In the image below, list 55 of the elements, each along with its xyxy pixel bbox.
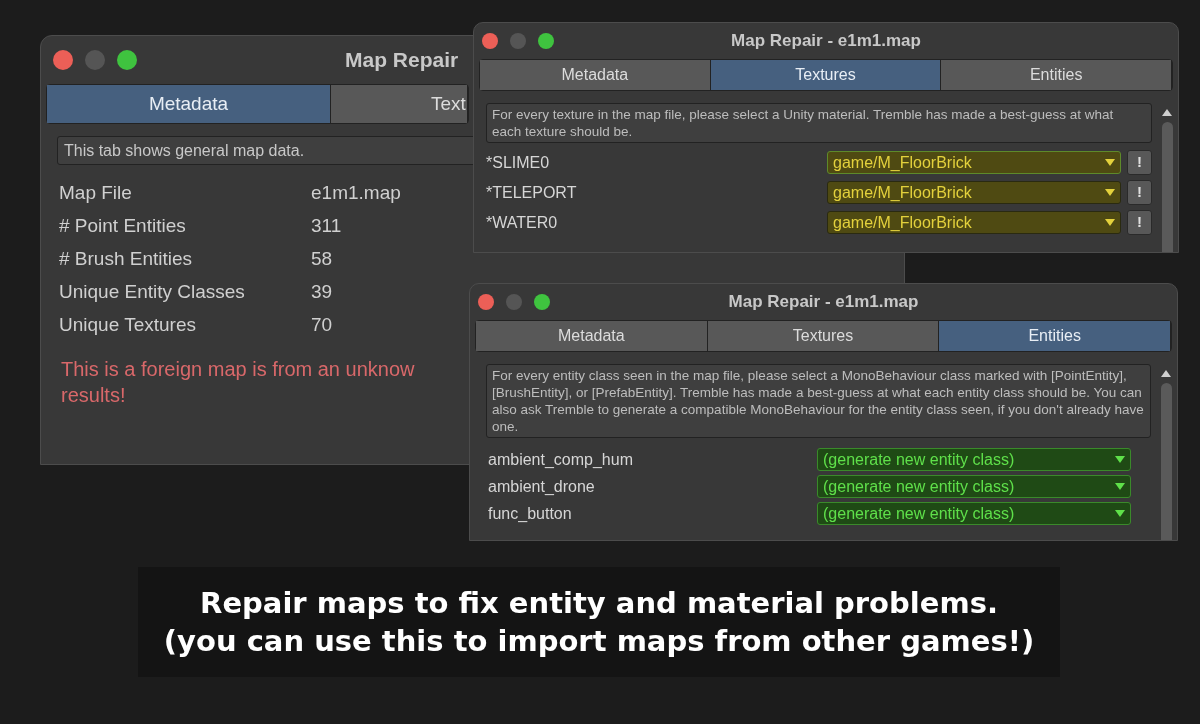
warning-button[interactable]: !: [1127, 180, 1152, 205]
caret-icon: [1105, 219, 1115, 226]
row-label: ambient_drone: [488, 476, 595, 497]
row-label: *TELEPORT: [486, 182, 577, 203]
caption-text: (you can use this to import maps from other games!): [163, 623, 1035, 660]
window-title: Map Repair: [345, 47, 459, 74]
window-title: Map Repair - e1m1.map: [731, 30, 921, 53]
dropdown[interactable]: (generate new entity class): [817, 448, 1131, 471]
tab[interactable]: Metadata: [47, 85, 331, 123]
field-value: e1m1.map: [311, 181, 401, 206]
tab[interactable]: Entities: [941, 60, 1172, 90]
field-value: 39: [311, 280, 333, 305]
caption-text: Repair maps to fix entity and material problems.: [200, 585, 998, 622]
warning-button[interactable]: !: [1127, 150, 1152, 175]
tab[interactable]: Metadata: [476, 321, 708, 351]
zoom-button[interactable]: [117, 50, 137, 70]
field-label: # Brush Entities: [59, 247, 194, 272]
info-text: For every texture in the map file, please select a Unity material. Tremble has made a best-guess at what each texture should be.: [486, 103, 1152, 143]
field-label: Unique Entity Classes: [59, 280, 246, 305]
dropdown[interactable]: (generate new entity class): [817, 475, 1131, 498]
row-label: ambient_comp_hum: [488, 449, 633, 470]
field-label: # Point Entities: [59, 214, 187, 239]
tab[interactable]: Text: [331, 85, 468, 123]
warning-text: This is a foreign map is from an unknow: [61, 357, 415, 382]
dropdown[interactable]: game/M_FloorBrick: [827, 151, 1121, 174]
warning-text: results!: [61, 383, 126, 408]
caret-icon: [1115, 483, 1125, 490]
row-label: func_button: [488, 503, 572, 524]
tab[interactable]: Entities: [939, 321, 1171, 351]
scroll-up-icon[interactable]: [1162, 109, 1172, 116]
zoom-button[interactable]: [538, 33, 554, 49]
field-value: 58: [311, 247, 333, 272]
field-label: Unique Textures: [59, 313, 197, 338]
dropdown[interactable]: (generate new entity class): [817, 502, 1131, 525]
warning-button[interactable]: !: [1127, 210, 1152, 235]
dropdown[interactable]: game/M_FloorBrick: [827, 181, 1121, 204]
close-button[interactable]: [478, 294, 494, 310]
zoom-button[interactable]: [534, 294, 550, 310]
row-label: *WATER0: [486, 212, 558, 233]
dropdown[interactable]: game/M_FloorBrick: [827, 211, 1121, 234]
window-title: Map Repair - e1m1.map: [728, 291, 919, 314]
tab[interactable]: Textures: [707, 321, 940, 351]
caret-icon: [1105, 159, 1115, 166]
scroll-up-icon[interactable]: [1161, 370, 1171, 377]
info-text: For every entity class seen in the map file, please select a MonoBehaviour class marked with [PointEntity], [BrushEntity], or [PrefabEntity]. Tremble has made a best-guess at what each entity class should be. You can also ask Tremble to generate a compatible MonoBehaviour for the entity class seen, if you don't already have one.: [486, 364, 1151, 438]
caret-icon: [1105, 189, 1115, 196]
caret-icon: [1115, 510, 1125, 517]
caret-icon: [1115, 456, 1125, 463]
close-button[interactable]: [53, 50, 73, 70]
close-button[interactable]: [482, 33, 498, 49]
field-value: 311: [311, 214, 342, 239]
tab[interactable]: Metadata: [480, 60, 711, 90]
tab[interactable]: Textures: [710, 60, 942, 90]
field-value: 70: [311, 313, 333, 338]
field-label: Map File: [59, 181, 133, 206]
